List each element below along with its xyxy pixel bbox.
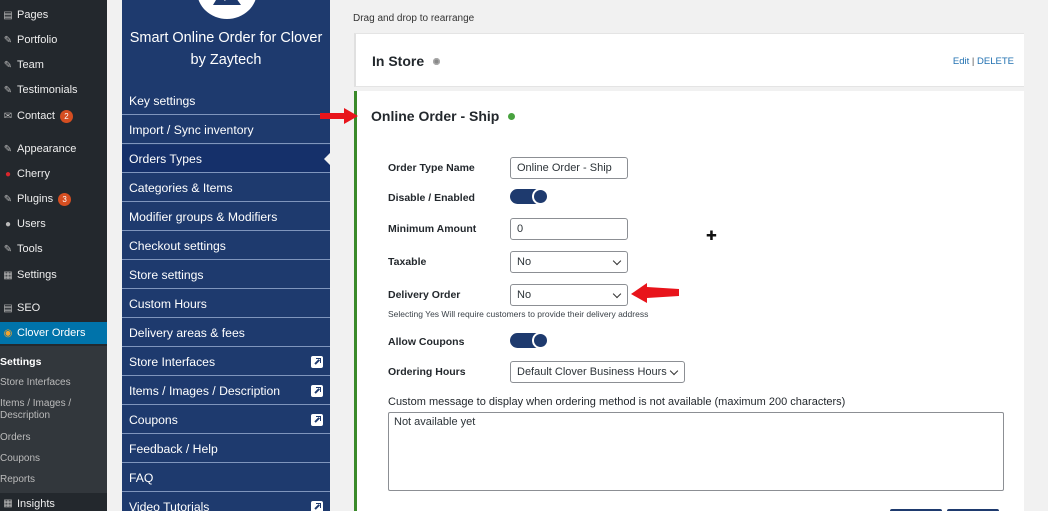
- wp-menu-insights[interactable]: ▦ Insights: [0, 496, 107, 511]
- contact-badge: 2: [59, 109, 73, 123]
- plugin-menu-items-images[interactable]: Items / Images / Description: [122, 377, 330, 405]
- wp-menu-appearance[interactable]: ✎ Appearance: [0, 138, 107, 160]
- plugin-menu-video-tutorials[interactable]: Video Tutorials: [122, 493, 330, 511]
- plugin-menu-faq[interactable]: FAQ: [122, 464, 330, 492]
- seo-icon: ▤: [3, 302, 13, 314]
- wp-menu-seo[interactable]: ▤ SEO: [0, 297, 107, 319]
- taxable-label: Taxable: [388, 256, 427, 268]
- ordering-hours-select[interactable]: Default Clover Business Hours: [510, 361, 685, 383]
- plugin-menu-modifier-groups[interactable]: Modifier groups & Modifiers: [122, 203, 330, 231]
- enabled-toggle[interactable]: [510, 188, 549, 205]
- status-dot-inactive: [433, 57, 441, 65]
- contact-icon: ✉: [3, 110, 13, 122]
- wp-menu-testimonials[interactable]: ✎ Testimonials: [0, 79, 107, 101]
- plugin-logo: [194, 0, 260, 22]
- plugin-menu-coupons[interactable]: Coupons: [122, 406, 330, 434]
- custom-message-label: Custom message to display when ordering …: [388, 396, 846, 408]
- plugin-menu-checkout-settings[interactable]: Checkout settings: [122, 232, 330, 260]
- wp-submenu-settings[interactable]: Settings: [0, 356, 105, 368]
- wp-menu-cherry[interactable]: ● Cherry: [0, 163, 107, 185]
- delivery-help-text: Selecting Yes Will require customers to …: [388, 309, 649, 319]
- card-title-in-store: In Store: [372, 53, 441, 69]
- delivery-order-select[interactable]: No: [510, 284, 628, 306]
- delete-link[interactable]: DELETE: [977, 56, 1014, 67]
- order-type-card-in-store[interactable]: In Store Edit | DELETE: [354, 33, 1024, 87]
- custom-message-textarea[interactable]: Not available yet: [388, 412, 1004, 491]
- insights-icon: ▦: [3, 498, 13, 509]
- wp-menu-clover-orders[interactable]: ◉ Clover Orders: [0, 322, 107, 344]
- plugin-menu-store-interfaces[interactable]: Store Interfaces: [122, 348, 330, 376]
- card-title-online-ship: Online Order - Ship: [371, 108, 516, 124]
- annotation-arrow-left: [631, 283, 679, 303]
- brand-title: Smart Online Order for Clover: [129, 30, 323, 46]
- plugins-icon: ✎: [3, 193, 13, 205]
- external-link-icon: [311, 356, 323, 368]
- edit-link[interactable]: Edit: [953, 56, 969, 67]
- plugin-menu-orders-types[interactable]: Orders Types: [122, 145, 331, 173]
- plugin-brand: Smart Online Order for Clover by Zaytech: [122, 0, 330, 86]
- wp-menu-users[interactable]: ● Users: [0, 213, 107, 235]
- ordering-hours-label: Ordering Hours: [388, 366, 466, 378]
- clover-icon: ◉: [3, 327, 13, 339]
- plugin-menu-key-settings[interactable]: Key settings: [122, 87, 330, 115]
- allow-coupons-toggle[interactable]: [510, 332, 549, 349]
- drag-hint: Drag and drop to rearrange: [353, 13, 475, 24]
- card-actions: Edit | DELETE: [953, 56, 1014, 67]
- external-link-icon: [311, 385, 323, 397]
- actions-separator: |: [971, 56, 975, 67]
- wp-submenu: Settings Store Interfaces Items / Images…: [0, 346, 107, 493]
- move-cursor-icon: ✚: [706, 228, 717, 243]
- wp-submenu-items-images[interactable]: Items / Images / Description: [0, 398, 105, 422]
- wp-submenu-reports[interactable]: Reports: [0, 474, 105, 486]
- minimum-amount-label: Minimum Amount: [388, 223, 477, 235]
- allow-coupons-label: Allow Coupons: [388, 336, 465, 348]
- appearance-icon: ✎: [3, 143, 13, 155]
- chevron-down-icon: [669, 366, 679, 376]
- delivery-order-label: Delivery Order: [388, 289, 461, 301]
- brand-subtitle: by Zaytech: [190, 52, 262, 68]
- taxable-select[interactable]: No: [510, 251, 628, 273]
- main-content: Drag and drop to rearrange In Store Edit…: [320, 0, 1048, 511]
- tools-icon: ✎: [3, 243, 13, 255]
- wp-menu-plugins[interactable]: ✎ Plugins 3: [0, 188, 107, 210]
- plugins-badge: 3: [58, 192, 72, 206]
- plugin-menu: Smart Online Order for Clover by Zaytech…: [122, 0, 331, 511]
- order-type-name-input[interactable]: [510, 157, 628, 179]
- plugin-menu-feedback-help[interactable]: Feedback / Help: [122, 435, 330, 463]
- chevron-down-icon: [612, 256, 622, 266]
- wp-menu-team[interactable]: ✎ Team: [0, 54, 107, 76]
- users-icon: ●: [4, 218, 12, 230]
- plugin-menu-import-sync[interactable]: Import / Sync inventory: [122, 116, 330, 144]
- cloud-icon: [213, 0, 241, 5]
- pages-icon: ▤: [3, 9, 13, 21]
- wp-submenu-orders[interactable]: Orders: [0, 432, 105, 444]
- testimonials-icon: ✎: [3, 84, 13, 96]
- enabled-label: Disable / Enabled: [388, 192, 475, 204]
- order-type-name-label: Order Type Name: [388, 162, 475, 174]
- portfolio-icon: ✎: [3, 34, 13, 46]
- wp-menu-pages[interactable]: ▤ Pages: [0, 4, 107, 26]
- external-link-icon: [311, 501, 323, 511]
- annotation-arrow-right: [320, 108, 358, 124]
- wp-admin-sidebar: ▤ Pages ✎ Portfolio ✎ Team ✎ Testimonials ✉ C…: [0, 0, 107, 511]
- settings-icon: ▦: [3, 269, 13, 281]
- wp-menu-tools[interactable]: ✎ Tools: [0, 238, 107, 260]
- team-icon: ✎: [3, 59, 13, 71]
- plugin-menu-store-settings[interactable]: Store settings: [122, 261, 330, 289]
- minimum-amount-input[interactable]: [510, 218, 628, 240]
- plugin-menu-categories-items[interactable]: Categories & Items: [122, 174, 330, 202]
- wp-submenu-coupons[interactable]: Coupons: [0, 453, 105, 465]
- wp-menu-portfolio[interactable]: ✎ Portfolio: [0, 29, 107, 51]
- plugin-menu-delivery-areas[interactable]: Delivery areas & fees: [122, 319, 330, 347]
- plugin-menu-custom-hours[interactable]: Custom Hours: [122, 290, 330, 318]
- wp-menu-settings[interactable]: ▦ Settings: [0, 264, 107, 286]
- wp-submenu-store-interfaces[interactable]: Store Interfaces: [0, 377, 105, 389]
- chevron-down-icon: [612, 289, 622, 299]
- status-dot-active: [508, 112, 516, 120]
- wp-menu-contact[interactable]: ✉ Contact 2: [0, 105, 107, 127]
- cherry-icon: ●: [4, 168, 12, 180]
- external-link-icon: [311, 414, 323, 426]
- order-type-card-online-ship: Online Order - Ship Order Type Name Disa…: [354, 91, 1024, 511]
